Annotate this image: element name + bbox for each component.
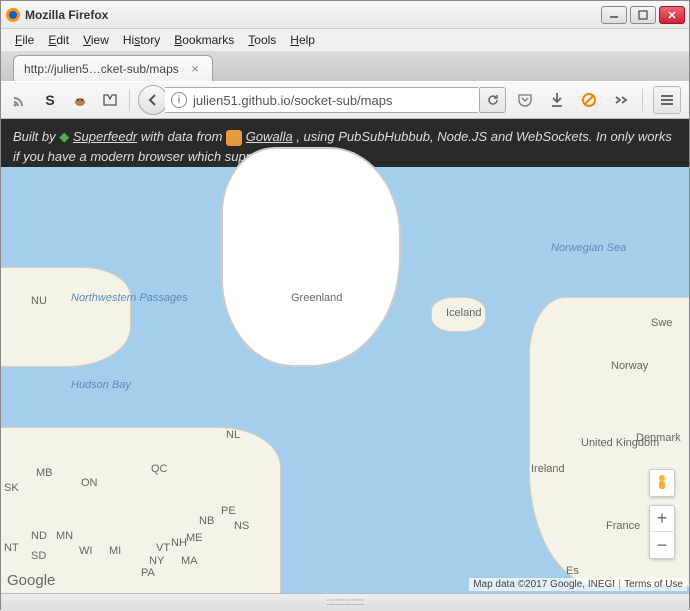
back-button[interactable] bbox=[138, 85, 168, 115]
address-bar[interactable]: i bbox=[165, 87, 480, 113]
browser-tab[interactable]: http://julien5…cket-sub/maps × bbox=[13, 55, 213, 81]
tab-bar: http://julien5…cket-sub/maps × bbox=[1, 51, 689, 81]
zoom-in-button[interactable]: + bbox=[650, 506, 674, 532]
page-content: Built by ◆ Superfeedr with data from Gow… bbox=[1, 119, 689, 593]
site-info-icon[interactable]: i bbox=[171, 92, 187, 108]
map-label: Hudson Bay bbox=[71, 379, 131, 391]
stylish-icon[interactable]: S bbox=[39, 89, 61, 111]
gowalla-link[interactable]: Gowalla bbox=[246, 129, 293, 144]
archive-icon[interactable] bbox=[99, 89, 121, 111]
superfeedr-icon: ◆ bbox=[59, 129, 69, 144]
menu-file[interactable]: File bbox=[9, 31, 40, 49]
window-titlebar: Mozilla Firefox bbox=[1, 1, 689, 29]
window-title: Mozilla Firefox bbox=[25, 8, 601, 22]
reload-button[interactable] bbox=[480, 87, 506, 113]
url-input[interactable] bbox=[193, 93, 473, 108]
greasemonkey-icon[interactable] bbox=[69, 89, 91, 111]
minimize-button[interactable] bbox=[601, 6, 627, 24]
close-button[interactable] bbox=[659, 6, 685, 24]
landmass bbox=[1, 427, 281, 593]
zoom-out-button[interactable]: − bbox=[650, 532, 674, 558]
status-bar: ::::::::::::::::::::: bbox=[1, 593, 689, 611]
map-canvas[interactable]: Greenland Iceland Norwegian Sea Northwes… bbox=[1, 167, 689, 593]
navigation-toolbar: S i bbox=[1, 81, 689, 119]
menu-button[interactable] bbox=[653, 86, 681, 114]
zoom-control: + − bbox=[649, 505, 675, 559]
map-attribution: Map data ©2017 Google, INEGI Terms of Us… bbox=[469, 578, 687, 591]
downloads-icon[interactable] bbox=[546, 89, 568, 111]
menu-help[interactable]: Help bbox=[284, 31, 321, 49]
resize-grip[interactable]: ::::::::::::::::::::: bbox=[326, 597, 363, 608]
gowalla-icon bbox=[226, 130, 242, 146]
landmass bbox=[221, 147, 401, 367]
tab-close-icon[interactable]: × bbox=[188, 62, 202, 76]
menu-bookmarks[interactable]: Bookmarks bbox=[168, 31, 240, 49]
map-label: Norwegian Sea bbox=[551, 242, 626, 254]
maximize-button[interactable] bbox=[630, 6, 656, 24]
rss-icon[interactable] bbox=[9, 89, 31, 111]
landmass bbox=[431, 297, 486, 332]
noscript-icon[interactable] bbox=[578, 89, 600, 111]
menu-view[interactable]: View bbox=[77, 31, 115, 49]
menu-bar: File Edit View History Bookmarks Tools H… bbox=[1, 29, 689, 51]
toolbar-separator bbox=[642, 89, 643, 111]
menu-edit[interactable]: Edit bbox=[42, 31, 75, 49]
toolbar-separator bbox=[129, 89, 130, 111]
firefox-icon bbox=[5, 7, 21, 23]
menu-history[interactable]: History bbox=[117, 31, 166, 49]
pocket-icon[interactable] bbox=[514, 89, 536, 111]
overflow-icon[interactable] bbox=[610, 89, 632, 111]
tab-title: http://julien5…cket-sub/maps bbox=[24, 62, 180, 76]
menu-tools[interactable]: Tools bbox=[242, 31, 282, 49]
terms-link[interactable]: Terms of Use bbox=[619, 579, 683, 590]
streetview-button[interactable] bbox=[649, 469, 675, 497]
landmass bbox=[1, 267, 131, 367]
google-logo: Google bbox=[7, 572, 55, 589]
superfeedr-link[interactable]: Superfeedr bbox=[73, 129, 137, 144]
